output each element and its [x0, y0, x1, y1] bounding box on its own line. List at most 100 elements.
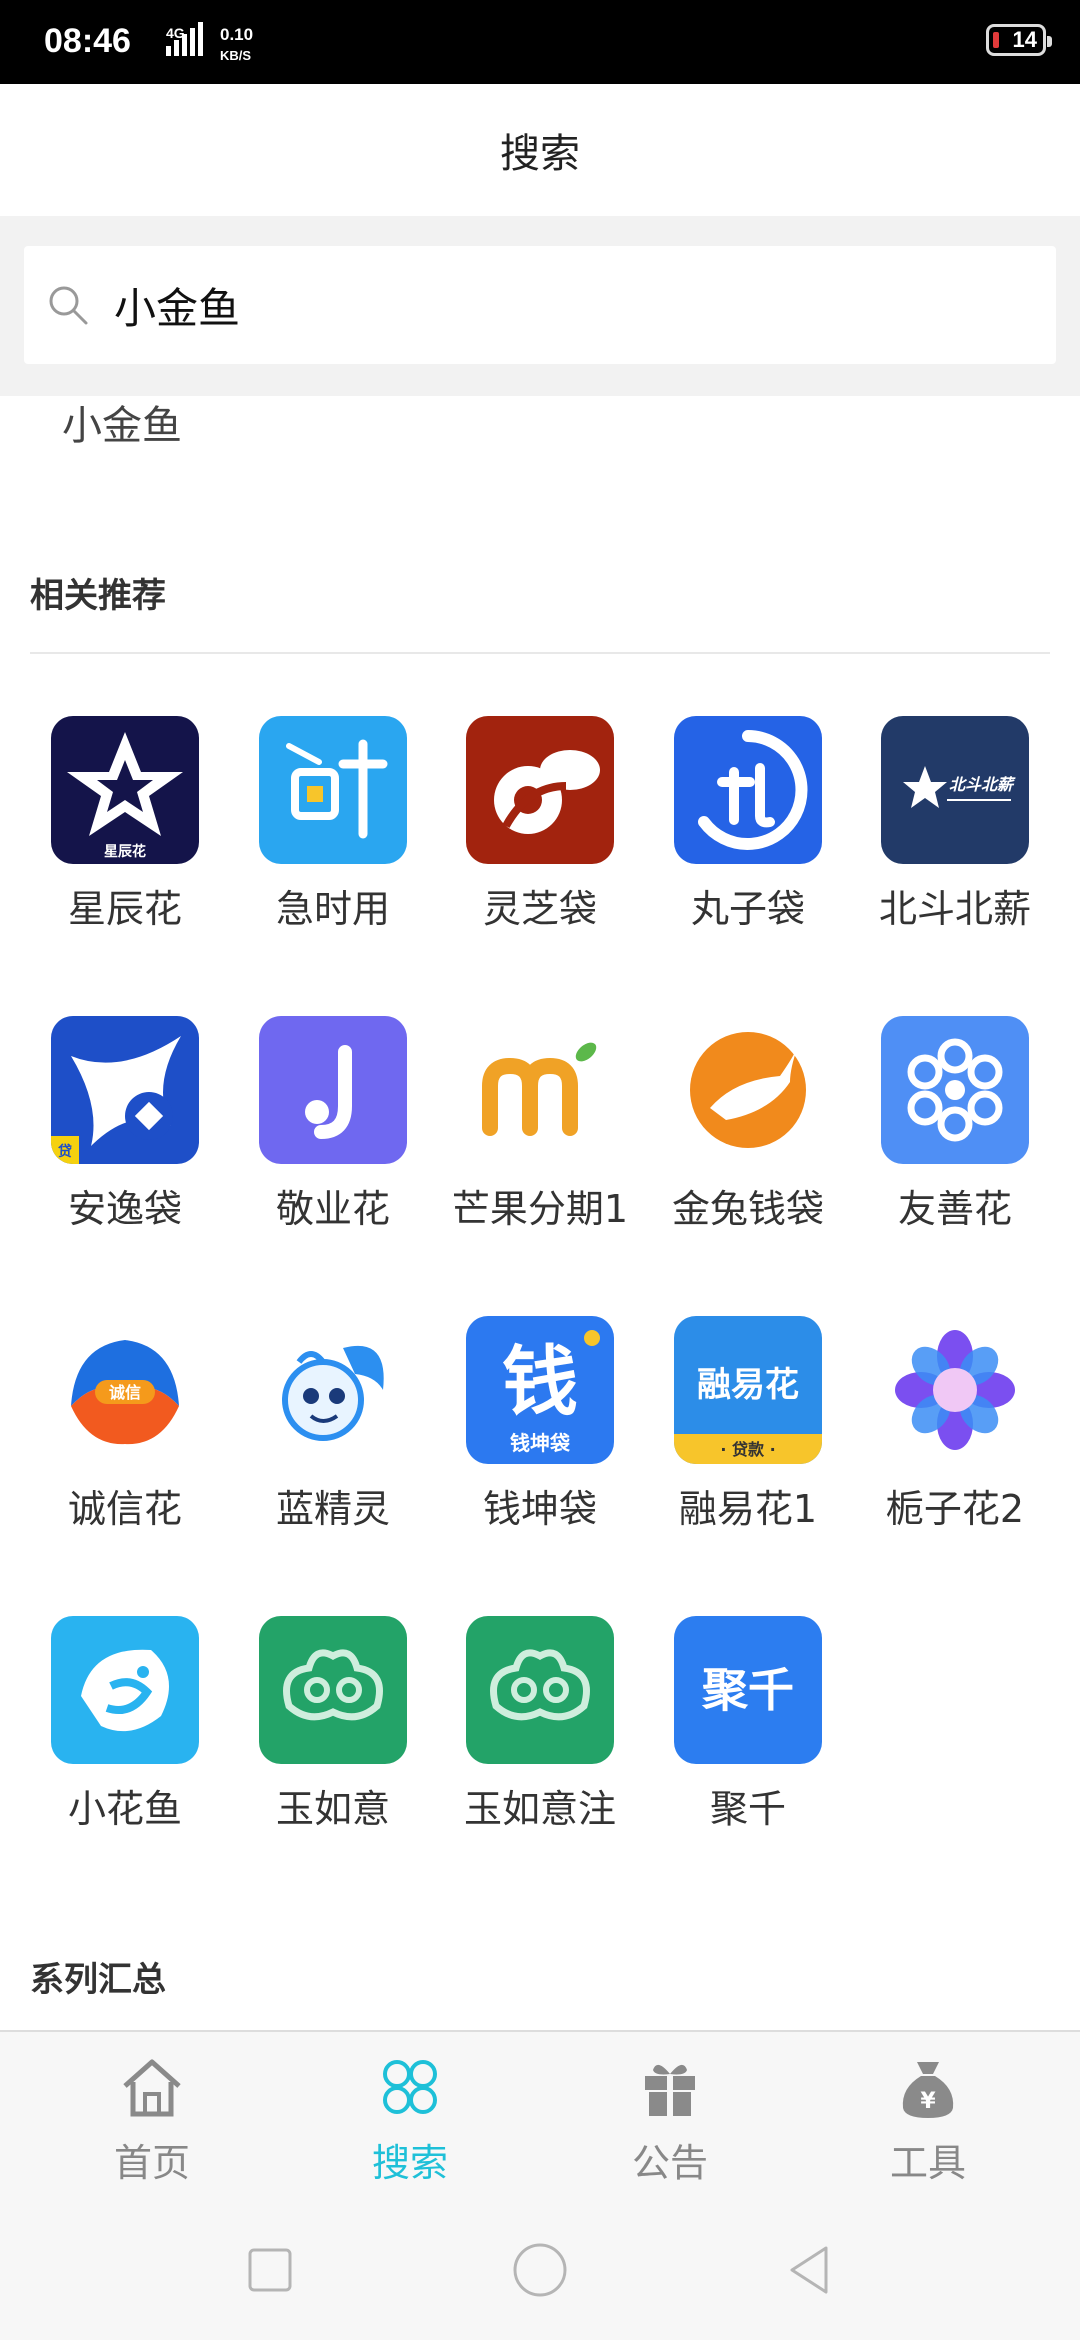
chengxin-logo-icon: 诚信 [51, 1316, 199, 1464]
app-label: 玉如意 [275, 1787, 390, 1831]
status-bar: 08:46 4G 0.10 KB/S 14 [0, 0, 1080, 84]
app-tile[interactable]: 聚千 聚千 [644, 1616, 852, 1833]
battery-icon: 14 [986, 24, 1052, 56]
series-title: 系列汇总 [30, 1960, 166, 2000]
app-label: 蓝精灵 [275, 1487, 390, 1531]
j-logo-icon [259, 1016, 407, 1164]
svg-text:融易花: 融易花 [697, 1365, 799, 1405]
tab-search[interactable]: 搜索 [310, 2052, 510, 2187]
flower-ring-logo-icon [881, 1016, 1029, 1164]
svg-text:钱坤袋: 钱坤袋 [510, 1431, 571, 1455]
ruyi-logo-icon [466, 1616, 614, 1764]
tab-notice-label: 公告 [631, 2141, 708, 2185]
mango-logo-icon [466, 1016, 614, 1164]
status-time: 08:46 [44, 22, 131, 60]
app-tile[interactable]: 栀子花2 [851, 1316, 1059, 1533]
tab-search-label: 搜索 [371, 2141, 448, 2185]
money-bag-icon: ¥ [902, 2062, 954, 2118]
beidou-logo-icon: 北斗北薪 [881, 716, 1029, 864]
app-tile[interactable]: 急时用 [229, 716, 437, 933]
app-tile[interactable]: 玉如意 [229, 1616, 437, 1833]
svg-text:¥: ¥ [920, 2089, 936, 2114]
tab-tools-label: 工具 [889, 2141, 966, 2185]
home-icon [123, 2059, 181, 2117]
search-box[interactable] [24, 246, 1056, 364]
app-tile[interactable]: 钱 钱坤袋 钱坤袋 [436, 1316, 644, 1533]
app-tile[interactable]: 芒果分期1 [436, 1016, 644, 1233]
app-tile[interactable]: 贷 安逸袋 [21, 1016, 229, 1233]
speed-unit: KB/S [220, 48, 251, 63]
lingzhi-logo-icon [466, 716, 614, 864]
app-label: 星辰花 [67, 887, 182, 931]
app-tile[interactable]: 敬业花 [229, 1016, 437, 1233]
recommended-title: 相关推荐 [30, 576, 166, 616]
svg-text:北斗北薪: 北斗北薪 [949, 775, 1016, 794]
tab-home[interactable]: 首页 [52, 2052, 252, 2187]
bottom-nav: 首页 搜索 公告 ¥ 工具 [0, 2030, 1080, 2222]
app-label: 芒果分期1 [451, 1187, 629, 1231]
app-label: 金兔钱袋 [671, 1187, 824, 1231]
app-tile[interactable]: 星辰花 星辰花 [21, 716, 229, 933]
rabbit-logo-icon [674, 1016, 822, 1164]
app-tile[interactable]: 北斗北薪 北斗北薪 [851, 716, 1059, 933]
app-tile[interactable]: 灵芝袋 [436, 716, 644, 933]
rongyihua-logo-icon: 融易花 · 贷款 · [674, 1316, 822, 1464]
tab-notice[interactable]: 公告 [570, 2052, 770, 2187]
back-icon[interactable] [780, 2240, 840, 2300]
app-label: 玉如意注 [463, 1787, 616, 1831]
svg-text:贷: 贷 [58, 1143, 72, 1160]
app-tile[interactable]: 小花鱼 [21, 1616, 229, 1833]
clover-icon [383, 2060, 437, 2114]
gift-icon [645, 2064, 695, 2116]
divider [30, 652, 1050, 654]
star-logo-icon: 星辰花 [51, 716, 199, 864]
app-label: 友善花 [897, 1187, 1012, 1231]
ruyi-logo-icon [259, 1616, 407, 1764]
wanzi-logo-icon [674, 716, 822, 864]
app-label: 融易花1 [678, 1487, 818, 1531]
app-tile[interactable]: 金兔钱袋 [644, 1016, 852, 1233]
svg-text:钱: 钱 [502, 1337, 578, 1426]
battery-level: 14 [1012, 27, 1037, 52]
svg-text:诚信: 诚信 [109, 1383, 141, 1402]
smurf-logo-icon [259, 1316, 407, 1464]
app-tile[interactable]: 融易花 · 贷款 · 融易花1 [644, 1316, 852, 1533]
recent-apps-icon[interactable] [240, 2240, 300, 2300]
gardenia-logo-icon [881, 1316, 1029, 1464]
app-label: 急时用 [275, 887, 390, 931]
system-nav [0, 2220, 1080, 2340]
search-icon [49, 286, 88, 325]
app-label: 灵芝袋 [482, 887, 597, 931]
search-input[interactable] [112, 279, 1016, 331]
svg-text:聚千: 聚千 [701, 1663, 794, 1717]
app-label: 丸子袋 [690, 887, 805, 931]
network-type: 4G [166, 25, 185, 41]
app-label: 钱坤袋 [482, 1487, 597, 1531]
app-label: 安逸袋 [67, 1187, 182, 1231]
app-label: 聚千 [709, 1787, 786, 1831]
qian-logo-icon: 钱 钱坤袋 [466, 1316, 614, 1464]
app-tile[interactable]: 诚信 诚信花 [21, 1316, 229, 1533]
svg-text:· 贷款 ·: · 贷款 · [720, 1440, 775, 1459]
app-label: 北斗北薪 [878, 887, 1031, 931]
tab-tools[interactable]: ¥ 工具 [828, 2052, 1028, 2187]
svg-text:星辰花: 星辰花 [104, 843, 146, 860]
app-label: 诚信花 [67, 1487, 182, 1531]
app-tile[interactable]: 友善花 [851, 1016, 1059, 1233]
kangaroo-logo-icon: 贷 [51, 1016, 199, 1164]
app-tile[interactable]: 玉如意注 [436, 1616, 644, 1833]
app-label: 栀子花2 [885, 1487, 1025, 1531]
app-label: 小花鱼 [67, 1787, 182, 1831]
header: 搜索 [0, 84, 1080, 216]
tab-home-label: 首页 [113, 2141, 190, 2185]
app-label: 敬业花 [275, 1187, 390, 1231]
search-area [0, 216, 1080, 396]
signal-icon: 4G 0.10 KB/S [166, 22, 253, 63]
app-tile[interactable]: 丸子袋 [644, 716, 852, 933]
fish-logo-icon [51, 1616, 199, 1764]
suggestion-item[interactable]: 小金鱼 [62, 396, 182, 456]
juqian-logo-icon: 聚千 [674, 1616, 822, 1764]
app-tile[interactable]: 蓝精灵 [229, 1316, 437, 1533]
time-logo-icon [259, 716, 407, 864]
home-button-icon[interactable] [510, 2240, 570, 2300]
